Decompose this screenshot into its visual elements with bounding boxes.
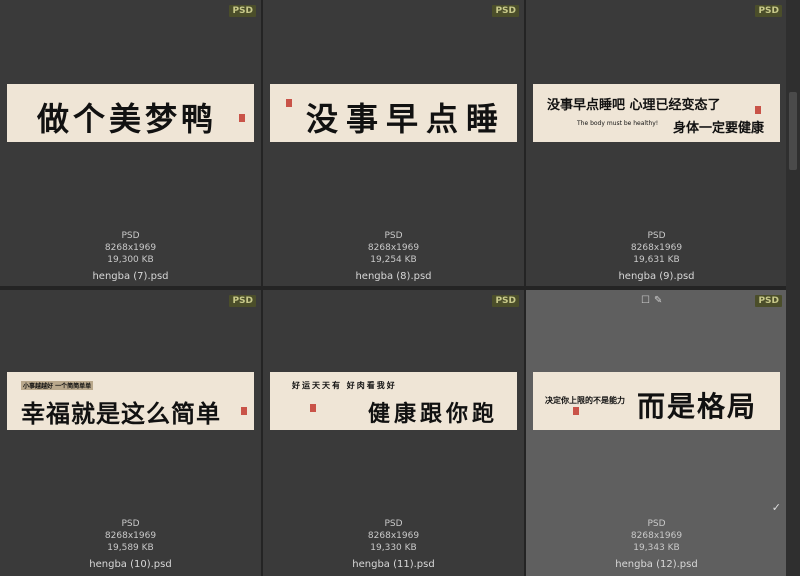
item-tools: ☐ ✎ xyxy=(641,295,666,306)
thumbnail[interactable]: 决定你上限的不是能力 而是格局 xyxy=(533,372,780,430)
file-type-badge: PSD xyxy=(492,295,519,307)
file-item[interactable]: PSD 好运天天有 好肉看我好 健康跟你跑 PSD 8268x1969 19,3… xyxy=(263,290,524,576)
seal-stamp xyxy=(310,404,316,412)
file-name[interactable]: hengba (7).psd xyxy=(0,271,261,282)
file-size: 19,631 KB xyxy=(633,255,680,265)
file-format: PSD xyxy=(647,231,666,241)
file-name[interactable]: hengba (11).psd xyxy=(263,559,524,570)
thumbnail-text: 而是格局 xyxy=(637,390,758,423)
file-format: PSD xyxy=(384,519,403,529)
file-dimensions: 8268x1969 xyxy=(630,243,683,253)
file-format: PSD xyxy=(384,231,403,241)
file-name[interactable]: hengba (9).psd xyxy=(526,271,787,282)
file-format: PSD xyxy=(121,231,140,241)
grid-divider xyxy=(0,286,786,290)
thumbnail-text: 健康跟你跑 xyxy=(368,401,499,427)
thumbnail-text: 幸福就是这么简单 xyxy=(21,399,221,428)
thumbnail-subtext: 好运天天有 好肉看我好 xyxy=(292,380,397,390)
file-type-badge: PSD xyxy=(229,295,256,307)
checkbox-icon[interactable]: ☐ xyxy=(641,295,650,306)
vertical-scrollbar[interactable] xyxy=(786,0,800,576)
file-size: 19,589 KB xyxy=(107,543,154,553)
file-dimensions: 8268x1969 xyxy=(630,531,683,541)
thumbnail-text-line1: 没事早点睡吧 心理已经变态了 xyxy=(547,98,721,113)
file-dimensions: 8268x1969 xyxy=(367,531,420,541)
file-format: PSD xyxy=(121,519,140,529)
file-name[interactable]: hengba (8).psd xyxy=(263,271,524,282)
file-item[interactable]: PSD 没事早点睡吧 心理已经变态了 The body must be heal… xyxy=(526,0,787,286)
file-item[interactable]: PSD 做个美梦鸭 PSD 8268x1969 19,300 KB hengba… xyxy=(0,0,261,286)
thumbnail-subtext: 小事越越好 一个简简单单 xyxy=(21,381,94,390)
seal-stamp xyxy=(573,407,579,415)
file-dimensions: 8268x1969 xyxy=(104,531,157,541)
file-name[interactable]: hengba (12).psd xyxy=(526,559,787,570)
file-size: 19,254 KB xyxy=(370,255,417,265)
file-format: PSD xyxy=(647,519,666,529)
file-name[interactable]: hengba (10).psd xyxy=(0,559,261,570)
seal-stamp xyxy=(239,114,245,122)
file-item[interactable]: PSD 小事越越好 一个简简单单 幸福就是这么简单 PSD 8268x1969 … xyxy=(0,290,261,576)
file-dimensions: 8268x1969 xyxy=(367,243,420,253)
file-type-badge: PSD xyxy=(755,295,782,307)
thumbnail[interactable]: 没事早点睡 xyxy=(270,84,517,142)
thumbnail-subtext: The body must be healthy! xyxy=(577,120,659,127)
file-size: 19,343 KB xyxy=(633,543,680,553)
edit-icon[interactable]: ✎ xyxy=(654,295,662,306)
file-grid: PSD 做个美梦鸭 PSD 8268x1969 19,300 KB hengba… xyxy=(0,0,787,576)
scrollbar-thumb[interactable] xyxy=(789,92,797,170)
thumbnail[interactable]: 没事早点睡吧 心理已经变态了 The body must be healthy!… xyxy=(533,84,780,142)
thumbnail[interactable]: 小事越越好 一个简简单单 幸福就是这么简单 xyxy=(7,372,254,430)
seal-stamp xyxy=(755,106,761,114)
seal-stamp xyxy=(286,99,292,107)
checkmark-icon[interactable]: ✓ xyxy=(772,501,781,514)
file-dimensions: 8268x1969 xyxy=(104,243,157,253)
file-type-badge: PSD xyxy=(755,5,782,17)
file-item-selected[interactable]: ☐ ✎ PSD 决定你上限的不是能力 而是格局 PSD 8268x1969 19,… xyxy=(526,290,787,576)
thumbnail-text: 做个美梦鸭 xyxy=(37,100,218,138)
thumbnail-text: 没事早点睡 xyxy=(306,100,507,138)
file-type-badge: PSD xyxy=(492,5,519,17)
thumbnail-subtext: 决定你上限的不是能力 xyxy=(545,395,625,405)
thumbnail[interactable]: 好运天天有 好肉看我好 健康跟你跑 xyxy=(270,372,517,430)
file-size: 19,330 KB xyxy=(370,543,417,553)
file-item[interactable]: PSD 没事早点睡 PSD 8268x1969 19,254 KB hengba… xyxy=(263,0,524,286)
thumbnail[interactable]: 做个美梦鸭 xyxy=(7,84,254,142)
seal-stamp xyxy=(241,407,247,415)
file-size: 19,300 KB xyxy=(107,255,154,265)
file-type-badge: PSD xyxy=(229,5,256,17)
thumbnail-text-line2: 身体一定要健康 xyxy=(673,121,765,136)
